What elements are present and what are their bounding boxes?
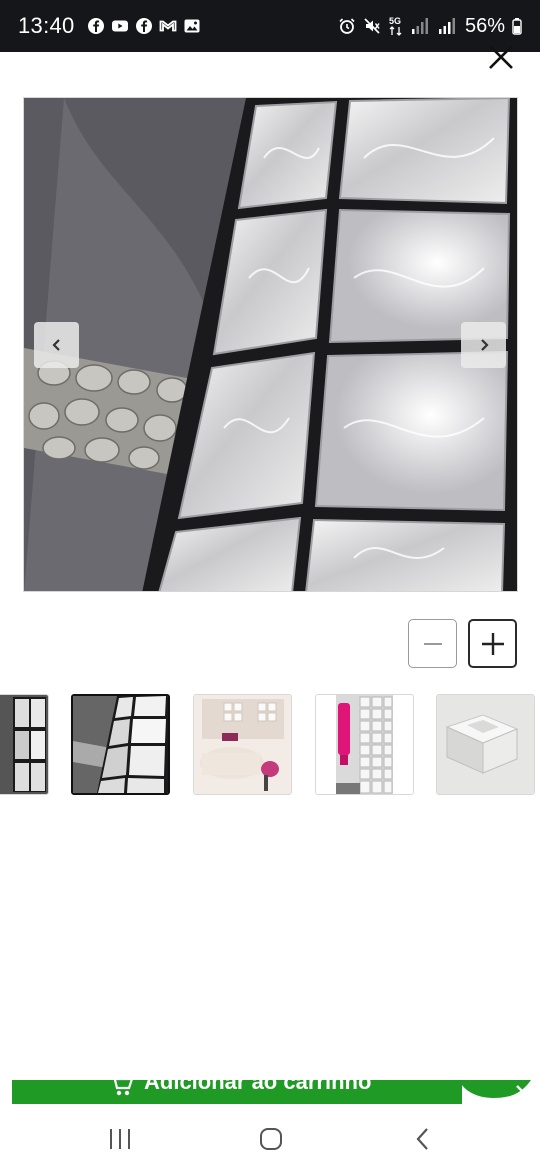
thumbnail-image — [316, 695, 413, 794]
next-image-button[interactable] — [461, 322, 506, 368]
notification-icons — [87, 17, 201, 35]
add-to-cart-label: Adicionar ao carrinho — [144, 1080, 372, 1094]
chat-bubble-icon — [459, 1080, 534, 1099]
zoom-out-button[interactable] — [408, 619, 457, 668]
home-button[interactable] — [256, 1124, 286, 1154]
back-button[interactable] — [408, 1124, 438, 1154]
chevron-right-icon — [480, 339, 489, 351]
thumbnail-1[interactable] — [0, 694, 49, 795]
product-image-viewer: 13:40 5G 56% Adicionar ao carrinho — [0, 0, 540, 1170]
minus-icon — [423, 642, 442, 645]
cart-icon — [113, 1080, 133, 1096]
network-label: 5G — [389, 16, 401, 26]
thumbnail-2[interactable] — [71, 694, 170, 795]
network-5g-icon: 5G — [389, 16, 402, 36]
thumbnail-strip[interactable] — [0, 694, 540, 796]
plus-icon — [481, 632, 504, 655]
facebook-icon — [87, 18, 104, 34]
add-to-cart-button[interactable]: Adicionar ao carrinho — [12, 1080, 462, 1104]
zoom-in-button[interactable] — [468, 619, 517, 668]
recents-button[interactable] — [105, 1124, 135, 1154]
thumbnail-5[interactable] — [436, 694, 535, 795]
gmail-icon — [159, 20, 176, 32]
facebook-icon — [135, 18, 152, 34]
close-button[interactable] — [484, 40, 518, 74]
thumbnail-image — [0, 695, 48, 794]
whatsapp-chat-button[interactable] — [455, 1080, 535, 1100]
alarm-icon — [339, 18, 355, 34]
thumbnail-3[interactable] — [193, 694, 292, 795]
android-navigation-bar — [0, 1104, 540, 1170]
mute-icon — [364, 18, 380, 34]
battery-percent: 56% — [464, 14, 505, 37]
signal-icon — [411, 18, 428, 34]
glass-block-wall-photo — [24, 98, 517, 591]
thumbnail-4[interactable] — [315, 694, 414, 795]
thumbnail-image — [437, 695, 534, 794]
main-product-image[interactable] — [23, 97, 518, 592]
thumbnail-image — [194, 695, 291, 794]
battery-icon — [512, 18, 522, 35]
chevron-left-icon — [51, 339, 60, 351]
thumbnail-image — [73, 696, 168, 793]
home-icon — [260, 1128, 282, 1150]
back-icon — [416, 1128, 428, 1150]
signal-icon — [438, 18, 455, 34]
gallery-icon — [184, 19, 200, 33]
status-time: 13:40 — [18, 13, 75, 38]
status-bar: 13:40 5G 56% — [0, 0, 540, 52]
close-icon — [489, 45, 513, 69]
youtube-icon — [111, 20, 128, 32]
recents-icon — [110, 1129, 130, 1149]
system-status: 5G 56% — [338, 15, 522, 38]
previous-image-button[interactable] — [34, 322, 79, 368]
